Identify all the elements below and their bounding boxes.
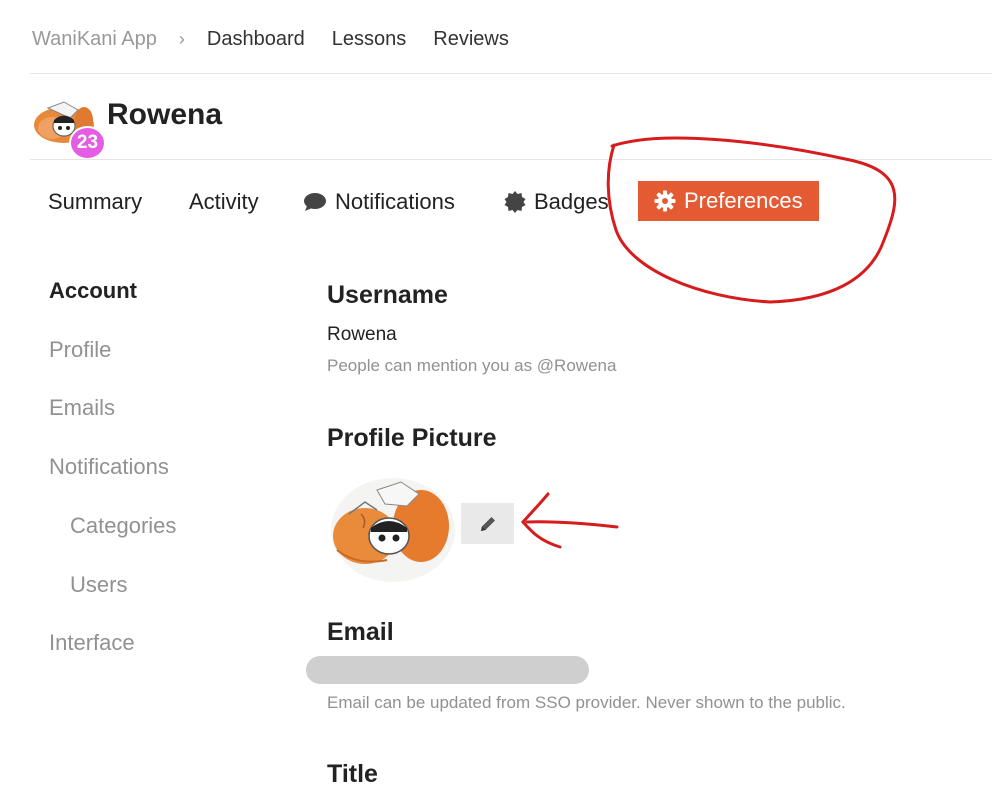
brand-link[interactable]: WaniKani App bbox=[32, 28, 157, 51]
profile-picture-heading: Profile Picture bbox=[327, 424, 497, 452]
sidebar-item-notifications[interactable]: Notifications bbox=[49, 454, 169, 480]
title-heading: Title bbox=[327, 760, 378, 788]
user-name-heading: Rowena bbox=[107, 98, 223, 131]
sidebar-item-account[interactable]: Account bbox=[49, 278, 137, 304]
tab-badges-label: Badges bbox=[534, 189, 609, 214]
gear-icon bbox=[654, 190, 676, 212]
edit-profile-picture-button[interactable] bbox=[461, 503, 514, 544]
tab-notifications-label: Notifications bbox=[335, 189, 455, 214]
nav-dashboard-link[interactable]: Dashboard bbox=[207, 28, 305, 51]
profile-picture bbox=[331, 478, 455, 582]
tab-summary[interactable]: Summary bbox=[48, 183, 142, 221]
profile-divider bbox=[30, 159, 992, 160]
tab-preferences-label: Preferences bbox=[684, 188, 803, 213]
email-heading: Email bbox=[327, 618, 394, 646]
top-nav: WaniKani App › Dashboard Lessons Reviews bbox=[32, 24, 536, 54]
annotation-arrow bbox=[525, 520, 619, 529]
email-value-redacted bbox=[306, 656, 589, 684]
username-help-text: People can mention you as @Rowena bbox=[327, 356, 617, 375]
tab-activity-label: Activity bbox=[189, 189, 259, 214]
tab-summary-label: Summary bbox=[48, 189, 143, 214]
breadcrumb-separator: › bbox=[178, 28, 185, 49]
sidebar-item-users[interactable]: Users bbox=[70, 572, 127, 598]
username-value: Rowena bbox=[327, 324, 397, 345]
tab-activity[interactable]: Activity bbox=[189, 183, 259, 221]
sidebar-item-interface[interactable]: Interface bbox=[49, 630, 135, 656]
level-badge: 23 bbox=[71, 128, 104, 158]
tab-badges[interactable]: Badges bbox=[504, 183, 609, 221]
speech-bubble-icon bbox=[304, 193, 326, 211]
pencil-icon bbox=[480, 516, 495, 531]
tab-preferences[interactable]: Preferences bbox=[638, 181, 819, 221]
sidebar-item-profile[interactable]: Profile bbox=[49, 337, 111, 363]
badge-seal-icon bbox=[504, 191, 526, 213]
email-help-text: Email can be updated from SSO provider. … bbox=[327, 693, 846, 712]
nav-lessons-link[interactable]: Lessons bbox=[332, 28, 407, 51]
sidebar-item-emails[interactable]: Emails bbox=[49, 395, 115, 421]
annotation-arrowhead bbox=[520, 492, 562, 549]
sidebar-item-categories[interactable]: Categories bbox=[70, 513, 176, 539]
header-divider bbox=[30, 73, 992, 74]
username-heading: Username bbox=[327, 281, 448, 309]
tab-notifications[interactable]: Notifications bbox=[303, 183, 455, 221]
nav-reviews-link[interactable]: Reviews bbox=[433, 28, 509, 51]
